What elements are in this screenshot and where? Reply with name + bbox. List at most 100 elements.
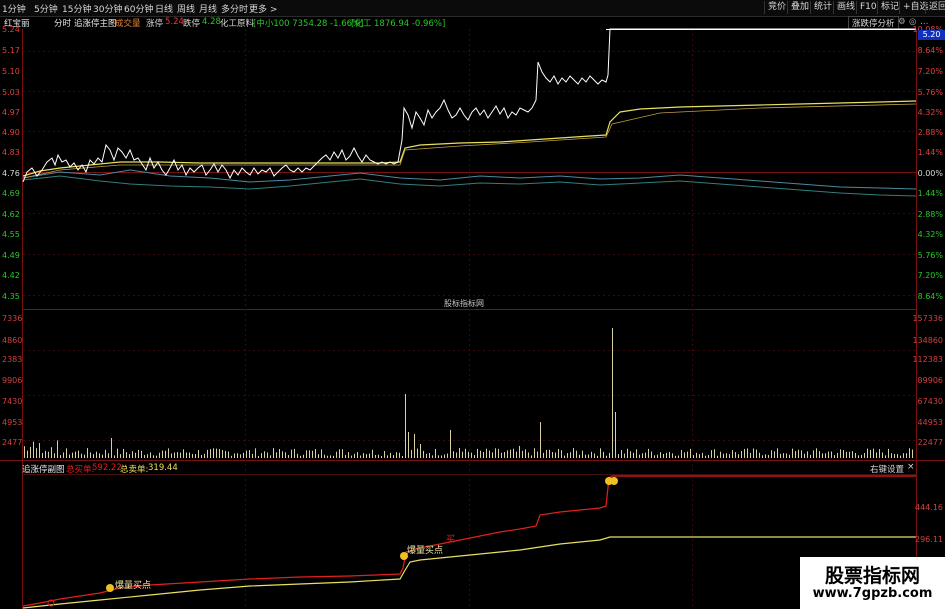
volume-bar [750, 452, 751, 458]
volume-bar [339, 449, 340, 458]
volume-bar [24, 446, 25, 458]
volume-bar [585, 454, 586, 458]
volume-bar [579, 454, 580, 458]
volume-bar [102, 454, 103, 458]
volume-bar [213, 448, 214, 458]
site-badge-name: 股票指标网 [824, 565, 920, 587]
volume-bar [72, 452, 73, 458]
right-click-settings[interactable]: 右键设置 [870, 463, 904, 475]
volume-tick-right: 44953 [917, 418, 943, 427]
total-buy-value: 592.22 [92, 463, 122, 473]
volume-bar [795, 451, 796, 458]
buy-marker-label-3: 买 [446, 534, 455, 545]
volume-bar [681, 450, 682, 458]
volume-bar [777, 448, 778, 458]
volume-bar [351, 455, 352, 458]
close-icon[interactable]: × [907, 462, 915, 472]
volume-bar [147, 454, 148, 458]
volume-bar [438, 455, 439, 458]
volume-bar [837, 452, 838, 458]
volume-bar [876, 452, 877, 458]
volume-bar [90, 452, 91, 458]
volume-bar [204, 453, 205, 458]
volume-bar [864, 452, 865, 458]
volume-bar [450, 430, 451, 458]
watermark: 股标指标网 [444, 299, 484, 308]
volume-bar [633, 452, 634, 458]
volume-bar [813, 450, 814, 458]
volume-bar [186, 452, 187, 458]
buy-marker-label-1: 爆量买点 [115, 579, 151, 591]
price-tick-left: 4.90 [2, 128, 20, 137]
volume-bar [423, 450, 424, 458]
volume-bar [216, 448, 217, 458]
volume-bar [720, 451, 721, 458]
volume-bar [663, 453, 664, 458]
volume-bar [798, 449, 799, 458]
volume-bar [426, 453, 427, 458]
volume-bar [882, 452, 883, 458]
pct-tick-right: 1.44% [917, 189, 943, 198]
volume-bar [495, 448, 496, 458]
volume-bar [801, 450, 802, 458]
volume-bar [600, 448, 601, 458]
volume-bar [534, 448, 535, 458]
volume-bar [285, 452, 286, 458]
volume-bar [57, 440, 58, 458]
sub-panel-title[interactable]: 追涨停副图 [22, 463, 65, 475]
volume-bar [648, 448, 649, 458]
volume-bar [456, 452, 457, 458]
volume-bar [123, 448, 124, 458]
site-badge: 股票指标网 www.7gpzb.com [800, 557, 945, 609]
volume-bar [624, 453, 625, 458]
volume-bar [855, 452, 856, 458]
volume-bar [108, 453, 109, 458]
volume-bar [258, 455, 259, 458]
volume-bar [84, 454, 85, 458]
volume-bar [753, 448, 754, 458]
volume-bar [396, 452, 397, 458]
volume-bar [741, 450, 742, 458]
volume-bar [459, 448, 460, 458]
volume-bar [486, 448, 487, 458]
volume-bar [873, 448, 874, 458]
pct-tick-right: 7.20% [917, 271, 943, 280]
volume-bar [867, 448, 868, 458]
volume-bar [672, 453, 673, 458]
volume-bar [45, 450, 46, 458]
volume-bar [87, 448, 88, 458]
volume-bar [636, 449, 637, 458]
volume-bar [609, 452, 610, 458]
volume-bar [81, 453, 82, 458]
volume-bar [642, 453, 643, 458]
volume-bar [222, 450, 223, 458]
volume-bar [552, 451, 553, 458]
total-sell-label: 总卖单: [120, 465, 149, 475]
volume-bar [75, 451, 76, 458]
volume-bar [738, 454, 739, 458]
volume-bar [447, 453, 448, 458]
volume-bar [264, 451, 265, 458]
volume-bar [513, 448, 514, 458]
buy-marker-2: 爆量买点 [400, 544, 443, 560]
volume-tick-right: 89906 [917, 376, 943, 385]
volume-bar [126, 452, 127, 458]
pct-tick-right: 2.88% [917, 128, 943, 137]
volume-bar [678, 455, 679, 458]
volume-bar [276, 452, 277, 458]
volume-bar [234, 453, 235, 458]
volume-bar [540, 422, 541, 458]
volume-bar [567, 453, 568, 458]
volume-bar [471, 452, 472, 458]
volume-bar [858, 455, 859, 458]
total-sell-value: 319.44 [148, 463, 178, 473]
volume-bar [354, 453, 355, 458]
volume-bar [306, 450, 307, 458]
volume-bar [435, 448, 436, 458]
volume-bars [24, 328, 913, 458]
volume-bar [816, 448, 817, 458]
volume-bar [369, 453, 370, 458]
volume-bar [669, 451, 670, 458]
volume-bar [615, 412, 616, 458]
volume-tick-right: 22477 [917, 438, 943, 447]
